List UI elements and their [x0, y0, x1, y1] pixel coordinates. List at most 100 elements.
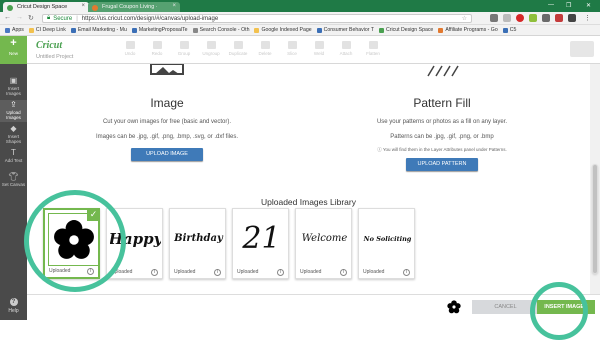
bookmark-item[interactable]: CI Deep Link	[28, 27, 66, 33]
bookmark-item[interactable]: Affiliate Programs - Go	[438, 27, 498, 33]
bookmark-apps[interactable]: Apps	[5, 27, 24, 33]
bookmark-item[interactable]: MarketingProposalTe	[131, 27, 188, 33]
menu-icon[interactable]: ⋮	[584, 14, 591, 22]
bookmark-item[interactable]: Google Indexed Page	[254, 27, 312, 33]
extension-icon[interactable]	[542, 14, 550, 22]
tool-group[interactable]: Group	[173, 41, 195, 56]
library-item-21[interactable]: 21 Uploaded i	[232, 208, 289, 279]
sidebar-item-set-canvas[interactable]: 👕︎ Set Canvas	[0, 172, 27, 194]
thumbnail-text: Birthday	[174, 233, 223, 244]
cancel-button[interactable]: CANCEL	[472, 300, 539, 314]
browser-tab-bar: Cricut Design Space × Frugal Coupon Livi…	[0, 0, 600, 12]
bookmark-star-icon[interactable]: ☆	[462, 15, 467, 22]
sidebar-item-label: Add Text	[4, 158, 23, 163]
help-label: Help	[8, 308, 19, 314]
info-icon[interactable]: i	[403, 269, 410, 276]
tool-flatten[interactable]: Flatten	[362, 41, 384, 56]
sidebar-item-label: Insert Shapes	[5, 134, 22, 144]
tool-slice[interactable]: Slice	[281, 41, 303, 56]
tool-weld[interactable]: Weld	[308, 41, 330, 56]
forward-icon[interactable]: →	[16, 14, 23, 21]
back-icon[interactable]: ←	[4, 14, 11, 21]
help-icon: ?	[9, 298, 18, 306]
vertical-scrollbar[interactable]	[590, 64, 600, 294]
info-icon[interactable]: i	[151, 269, 158, 276]
selected-preview-flower-icon	[447, 300, 461, 314]
url-input[interactable]: 🔒︎ Secure | https://us.cricut.com/design…	[42, 14, 472, 23]
info-icon[interactable]: i	[277, 269, 284, 276]
pinterest-icon[interactable]	[516, 14, 524, 22]
bookmark-item[interactable]: Email Marketing - Mu	[70, 27, 127, 33]
bookmark-item[interactable]: Consumer Behavior T	[316, 27, 374, 33]
bookmark-item[interactable]: Search Console - Oth	[192, 27, 249, 33]
thumbnail-caption: Uploaded	[300, 269, 322, 275]
reload-icon[interactable]: ↻	[28, 14, 34, 22]
left-sidebar: + New ▣ Insert Images ⇪ Upload Images ◆ …	[0, 36, 27, 320]
shapes-icon: ◆	[10, 124, 17, 133]
bookmark-item[interactable]: C5	[502, 27, 516, 33]
tool-delete[interactable]: Delete	[254, 41, 276, 56]
pattern-formats: Patterns can be .jpg, .gif, .png, or .bm…	[390, 134, 494, 140]
sidebar-item-add-text[interactable]: T Add Text	[0, 148, 27, 170]
lock-icon: 🔒︎	[47, 15, 51, 21]
cricut-favicon-icon	[7, 4, 13, 11]
library-item-welcome[interactable]: Welcome Uploaded i	[295, 208, 352, 279]
sidebar-item-label: Insert Images	[6, 86, 21, 96]
close-window-icon[interactable]: ✕	[586, 2, 591, 9]
tool-duplicate[interactable]: Duplicate	[227, 41, 249, 56]
image-upload-section: Image Cut your own images for free (basi…	[42, 63, 292, 161]
highlight-ring-selected-image	[24, 190, 126, 292]
new-project-button[interactable]: + New	[0, 36, 27, 64]
thumbnail-caption: Uploaded	[174, 269, 196, 275]
bookmarks-bar: Apps CI Deep Link Email Marketing - Mu M…	[0, 25, 600, 36]
image-illustration-icon	[150, 63, 184, 75]
extension-icon[interactable]	[568, 14, 576, 22]
app-header: Cricut Untitled Project Undo Redo Group …	[27, 36, 600, 64]
maximize-icon[interactable]: ❐	[566, 2, 571, 9]
image-icon: ▣	[9, 76, 18, 85]
shirt-icon: 👕︎	[8, 172, 19, 181]
extension-icon[interactable]	[555, 14, 563, 22]
scrollbar-thumb[interactable]	[592, 164, 598, 274]
thumbnail: 21	[236, 212, 287, 265]
pattern-title: Pattern Fill	[413, 96, 471, 110]
sidebar-item-label: Set Canvas	[1, 182, 26, 187]
library-item-no-soliciting[interactable]: No Soliciting Uploaded i	[358, 208, 415, 279]
close-tab-icon[interactable]: ×	[81, 3, 85, 9]
sidebar-item-insert-shapes[interactable]: ◆ Insert Shapes	[0, 124, 27, 146]
tab-frugal-coupon-living[interactable]: Frugal Coupon Living · ×	[88, 2, 180, 12]
tool-ungroup[interactable]: Ungroup	[200, 41, 222, 56]
tool-redo[interactable]: Redo	[146, 41, 168, 56]
extension-icon[interactable]	[503, 14, 511, 22]
thumbnail: No Soliciting	[362, 212, 413, 265]
upload-pattern-button[interactable]: UPLOAD PATTERN	[406, 158, 478, 171]
bookmark-item[interactable]: Cricut Design Space	[379, 27, 433, 33]
tool-undo[interactable]: Undo	[119, 41, 141, 56]
help-button[interactable]: ? Help	[0, 298, 27, 314]
cricut-logo: Cricut	[36, 40, 63, 51]
thumbnail: Birthday	[173, 212, 224, 265]
sidebar-item-upload-images[interactable]: ⇪ Upload Images	[0, 100, 27, 122]
minimize-icon[interactable]: —	[548, 2, 554, 8]
pattern-description: Use your patterns or photos as a fill on…	[376, 119, 508, 125]
tab-label: Cricut Design Space	[17, 4, 68, 10]
dialog-footer: CANCEL INSERT IMAGES	[27, 294, 600, 320]
sidebar-item-insert-images[interactable]: ▣ Insert Images	[0, 76, 27, 98]
highlight-ring-insert-button	[530, 282, 588, 340]
close-tab-icon[interactable]: ×	[172, 3, 176, 9]
pattern-note: ⓘ You will find them in the Layer Attrib…	[377, 147, 507, 152]
text-icon: T	[11, 148, 16, 157]
library-item-birthday[interactable]: Birthday Uploaded i	[169, 208, 226, 279]
upload-icon: ⇪	[10, 100, 17, 109]
tab-cricut-design-space[interactable]: Cricut Design Space ×	[3, 2, 89, 12]
extension-icon[interactable]	[529, 14, 537, 22]
tool-attach[interactable]: Attach	[335, 41, 357, 56]
upload-image-button[interactable]: UPLOAD IMAGE	[131, 148, 203, 161]
info-icon[interactable]: i	[340, 269, 347, 276]
cast-icon[interactable]	[490, 14, 498, 22]
info-icon[interactable]: i	[214, 269, 221, 276]
image-formats: Images can be .jpg, .gif, .png, .bmp, .s…	[95, 134, 239, 140]
make-it-button[interactable]	[570, 41, 594, 57]
thumbnail-caption: Uploaded	[237, 269, 259, 275]
pattern-upload-section: Pattern Fill Use your patterns or photos…	[317, 64, 567, 171]
